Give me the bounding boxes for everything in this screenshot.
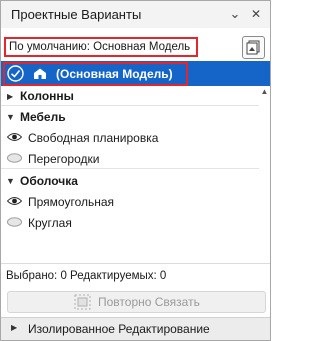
manage-options-button[interactable] xyxy=(242,36,265,59)
collapsed-arrow-icon: ▶ xyxy=(11,323,18,332)
eye-icon[interactable] xyxy=(7,196,22,206)
group-label-shell[interactable]: Оболочка xyxy=(20,174,78,188)
scroll-up-arrow[interactable]: ▲ xyxy=(259,87,270,96)
option-label[interactable]: Свободная планировка xyxy=(28,131,158,145)
group-label-columns[interactable]: Колонны xyxy=(20,89,74,103)
hidden-eye-icon[interactable] xyxy=(7,217,22,227)
divider xyxy=(1,263,270,264)
relink-button[interactable]: Повторно Связать xyxy=(7,291,266,313)
relink-icon xyxy=(74,294,91,310)
option-label[interactable]: Круглая xyxy=(28,216,72,230)
chevron-down-icon[interactable]: ⌄ xyxy=(227,6,243,22)
check-circle-icon xyxy=(7,65,24,82)
isolated-edit-row[interactable]: ▶ Изолированное Редактирование xyxy=(1,317,270,340)
panel-title: Проектные Варианты xyxy=(11,7,142,22)
selected-option-label: (Основная Модель) xyxy=(56,67,173,81)
default-option-label: По умолчанию: Основная Модель xyxy=(4,37,198,57)
divider xyxy=(1,105,259,106)
status-text: Выбрано: 0 Редактируемых: 0 xyxy=(6,270,167,282)
option-label[interactable]: Прямоугольная xyxy=(28,195,114,209)
isolated-edit-label: Изолированное Редактирование xyxy=(28,322,210,336)
group-label-furniture[interactable]: Мебель xyxy=(20,110,66,124)
manage-options-icon xyxy=(246,40,260,55)
option-label[interactable]: Перегородки xyxy=(28,152,99,166)
collapsed-arrow-icon[interactable]: ▶ xyxy=(7,92,13,101)
house-icon xyxy=(34,68,46,79)
expanded-arrow-icon[interactable]: ▼ xyxy=(6,176,15,186)
hidden-eye-icon[interactable] xyxy=(7,153,22,163)
divider xyxy=(1,168,259,169)
relink-label: Повторно Связать xyxy=(98,295,200,309)
expanded-arrow-icon[interactable]: ▼ xyxy=(6,112,15,122)
design-options-panel: Проектные Варианты ⌄ ✕ По умолчанию: Осн… xyxy=(0,0,271,341)
close-icon[interactable]: ✕ xyxy=(248,7,264,21)
eye-icon[interactable] xyxy=(7,132,22,142)
